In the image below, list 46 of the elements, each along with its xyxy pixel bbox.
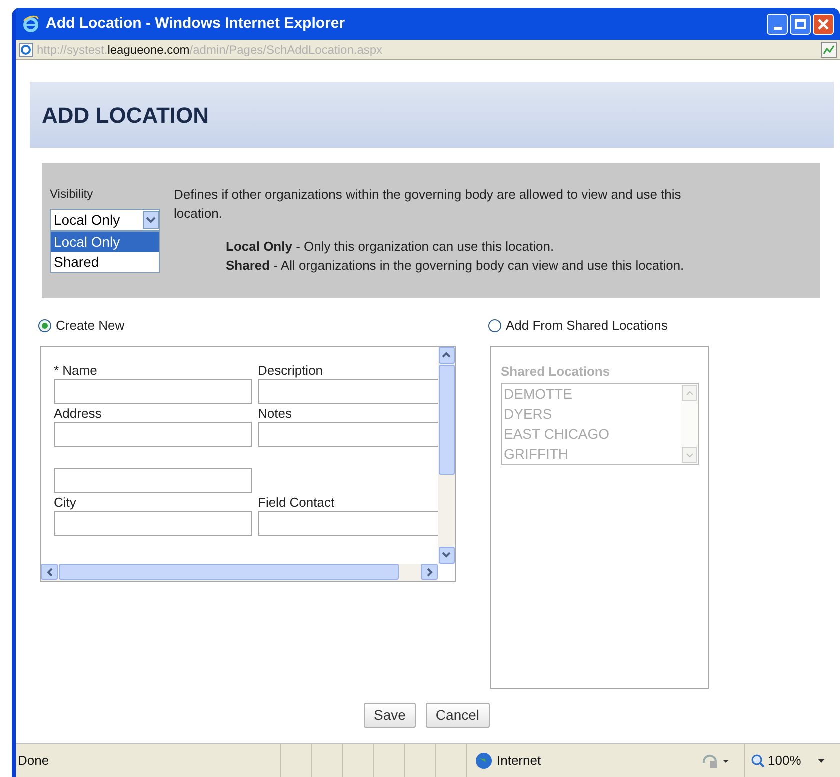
horizontal-scrollbar[interactable]	[41, 564, 438, 580]
close-icon	[818, 18, 829, 30]
dropdown-option[interactable]: Local Only	[51, 232, 159, 252]
vertical-scrollbar[interactable]	[438, 346, 455, 564]
zoom-icon	[751, 754, 765, 768]
option-explanation: Local Only - Only this organization can use this location.	[226, 238, 556, 256]
form-button[interactable]: Save	[364, 703, 416, 728]
field-label: Address	[54, 404, 103, 422]
field-label: Notes	[258, 404, 293, 422]
list-label: Shared Locations	[501, 362, 612, 380]
dropdown-option[interactable]: Shared	[51, 252, 159, 272]
radio-button[interactable]	[38, 318, 52, 333]
visibility-description: Defines if other organizations within the governing body are allowed to view and use this location.	[174, 186, 682, 223]
lock-icon[interactable]	[702, 752, 730, 768]
minimize-button[interactable]	[767, 14, 788, 34]
input-field[interactable]	[54, 510, 252, 536]
page-title: ADD LOCATION	[42, 102, 210, 130]
status-text: Done	[17, 752, 50, 770]
radio-button[interactable]	[488, 318, 502, 333]
form-button[interactable]: Cancel	[426, 703, 490, 728]
visibility-dropdown[interactable]: Local Only	[50, 209, 160, 231]
url-text: http://systest.leagueone.com/admin/Pages/SchAddLocation.aspx	[37, 42, 384, 58]
radio-label[interactable]: Create New	[56, 316, 125, 336]
security-zone: Internet	[497, 752, 542, 770]
caret-icon	[818, 758, 826, 762]
radio-label[interactable]: Add From Shared Locations	[506, 316, 668, 336]
field-label: Field Contact	[258, 494, 336, 510]
field-label: * Name	[54, 362, 98, 378]
page-icon	[19, 42, 33, 56]
window-title: Add Location - Windows Internet Explorer	[46, 14, 346, 34]
close-button[interactable]	[813, 14, 834, 34]
option-explanation: Shared - All organizations in the governing body can view and use this location.	[226, 257, 686, 275]
input-field[interactable]	[258, 422, 438, 446]
input-field[interactable]	[258, 378, 438, 404]
input-field[interactable]	[54, 378, 252, 404]
browser-logo-icon	[22, 15, 40, 33]
input-field[interactable]	[54, 468, 252, 492]
maximize-button[interactable]	[790, 14, 811, 34]
field-label: Description	[258, 362, 324, 378]
globe-icon	[475, 752, 493, 770]
visibility-label: Visibility	[50, 186, 94, 203]
compatibility-icon[interactable]	[821, 42, 837, 58]
input-field[interactable]	[54, 422, 252, 446]
zoom-control[interactable]: 100%	[744, 744, 826, 777]
field-label: City	[54, 494, 78, 510]
input-field[interactable]	[258, 510, 438, 536]
